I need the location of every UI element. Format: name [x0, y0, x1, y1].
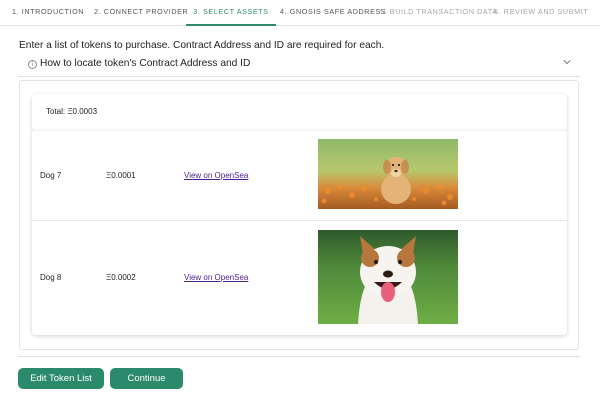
- intro-text: Enter a list of tokens to purchase. Cont…: [19, 40, 385, 51]
- locate-accordion[interactable]: i How to locate token's Contract Address…: [18, 53, 580, 77]
- view-on-opensea-link[interactable]: View on OpenSea: [184, 273, 248, 282]
- token-price: Ξ0.0002: [106, 273, 136, 282]
- step-introduction[interactable]: 1. INTRODUCTION: [12, 0, 84, 26]
- step-connect-provider[interactable]: 2. CONNECT PROVIDER: [94, 0, 188, 26]
- table-row: Dog 8 Ξ0.0002 View on OpenSea: [32, 221, 567, 335]
- step-build-transaction-data: 5. BUILD TRANSACTION DATA: [380, 7, 498, 16]
- stepper: 1. INTRODUCTION 2. CONNECT PROVIDER 3. S…: [0, 0, 600, 26]
- token-name: Dog 8: [40, 273, 62, 282]
- token-name: Dog 7: [40, 171, 62, 180]
- token-list: Dog 7 Ξ0.0001 View on OpenSea Dog 8 Ξ0.0…: [32, 131, 567, 335]
- view-on-opensea-link[interactable]: View on OpenSea: [184, 171, 248, 180]
- total-card: Total: Ξ0.0003: [32, 94, 567, 131]
- total-label: Total: Ξ0.0003: [46, 107, 98, 116]
- step-review-and-submit: 6. REVIEW AND SUBMIT: [494, 7, 589, 16]
- footer-divider: [18, 356, 580, 357]
- edit-token-list-button[interactable]: Edit Token List: [18, 368, 104, 389]
- token-image: [318, 230, 458, 324]
- token-price: Ξ0.0001: [106, 171, 136, 180]
- step-gnosis-safe-address[interactable]: 4. GNOSIS SAFE ADDRESS: [280, 0, 386, 26]
- table-row: Dog 7 Ξ0.0001 View on OpenSea: [32, 131, 567, 221]
- step-select-assets[interactable]: 3. SELECT ASSETS: [186, 0, 276, 26]
- token-image: [318, 139, 458, 209]
- locate-accordion-label: How to locate token's Contract Address a…: [40, 58, 251, 69]
- continue-button[interactable]: Continue: [110, 368, 183, 389]
- chevron-down-icon[interactable]: [563, 58, 571, 66]
- info-icon: i: [28, 60, 37, 69]
